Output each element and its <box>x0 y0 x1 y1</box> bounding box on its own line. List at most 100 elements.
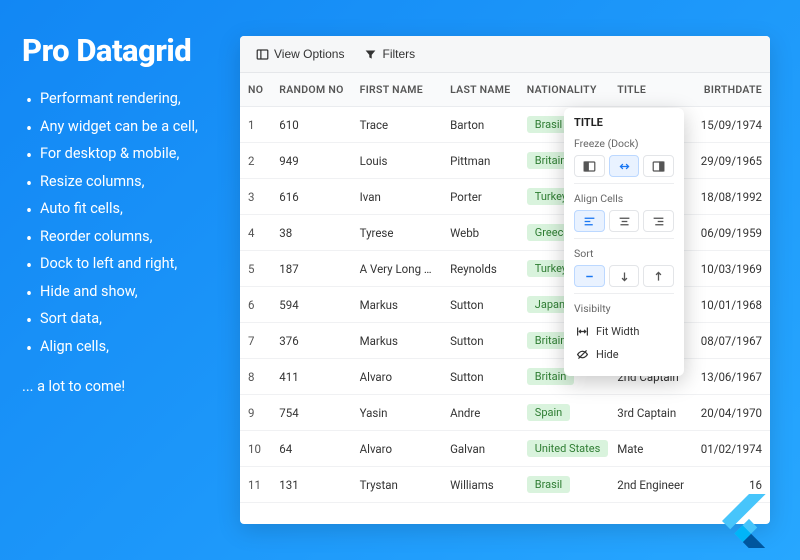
feature-item: Any widget can be a cell, <box>22 113 228 141</box>
cell-birthdate: 08/07/1967 <box>692 323 770 359</box>
col-header-random[interactable]: RANDOM NO <box>271 73 351 107</box>
cell-title: 2nd Engineer <box>609 467 692 503</box>
table-row[interactable]: 1610TraceBartonBrasilDoctor15/09/1974 <box>240 107 770 143</box>
sort-asc-button[interactable] <box>643 265 674 287</box>
cell-last: Pittman <box>442 143 519 179</box>
cell-last: Sutton <box>442 323 519 359</box>
filter-icon <box>364 48 377 61</box>
col-header-no[interactable]: NO <box>240 73 271 107</box>
col-header-first[interactable]: FIRST NAME <box>352 73 442 107</box>
cell-no: 1 <box>240 107 271 143</box>
freeze-section-label: Freeze (Dock) <box>574 137 674 150</box>
sort-section-label: Sort <box>574 247 674 260</box>
cell-last: Reynolds <box>442 251 519 287</box>
sort-none-button[interactable] <box>574 265 605 287</box>
column-menu-popover: TITLE Freeze (Dock) Align Cells <box>564 108 684 376</box>
col-header-nationality[interactable]: NATIONALITY <box>519 73 609 107</box>
flutter-logo-icon <box>722 494 766 538</box>
cell-last: Barton <box>442 107 519 143</box>
feature-item: Reorder columns, <box>22 223 228 251</box>
cell-random: 187 <box>271 251 351 287</box>
cell-first: Yasin <box>352 395 442 431</box>
table-row[interactable]: 6594MarkusSuttonJapanDoctor10/01/1968 <box>240 287 770 323</box>
cell-no: 3 <box>240 179 271 215</box>
cell-birthdate: 01/02/1974 <box>692 431 770 467</box>
cell-no: 6 <box>240 287 271 323</box>
cell-first: Markus <box>352 323 442 359</box>
cell-first: Alvaro <box>352 359 442 395</box>
cell-first: Markus <box>352 287 442 323</box>
marketing-sidebar: Pro Datagrid Performant rendering, Any w… <box>0 0 240 560</box>
cell-birthdate: 10/01/1968 <box>692 287 770 323</box>
filters-label: Filters <box>382 47 415 61</box>
cell-last: Sutton <box>442 359 519 395</box>
align-right-button[interactable] <box>643 210 674 232</box>
align-section-label: Align Cells <box>574 192 674 205</box>
datagrid-panel: View Options Filters NO RANDOM NO FIRST … <box>240 36 770 524</box>
more-to-come-text: ... a lot to come! <box>22 378 228 395</box>
cell-random: 754 <box>271 395 351 431</box>
table-row[interactable]: 3616IvanPorterTurkey3rd Engineer18/08/19… <box>240 179 770 215</box>
feature-item: Resize columns, <box>22 168 228 196</box>
visibility-section-label: Visibilty <box>574 302 674 315</box>
feature-item: Auto fit cells, <box>22 195 228 223</box>
cell-no: 9 <box>240 395 271 431</box>
toolbar: View Options Filters <box>240 36 770 73</box>
align-left-button[interactable] <box>574 210 605 232</box>
dock-right-button[interactable] <box>643 155 674 177</box>
cell-first: Alvaro <box>352 431 442 467</box>
table-row[interactable]: 7376MarkusSuttonBritainCaptain08/07/1967 <box>240 323 770 359</box>
view-options-button[interactable]: View Options <box>248 42 352 66</box>
cell-birthdate: 06/09/1959 <box>692 215 770 251</box>
cell-random: 131 <box>271 467 351 503</box>
col-header-birthdate[interactable]: BIRTHDATE <box>692 73 770 107</box>
cell-nationality: Brasil <box>519 467 609 503</box>
cell-first: Ivan <box>352 179 442 215</box>
cell-title: 3rd Captain <box>609 395 692 431</box>
cell-birthdate: 10/03/1969 <box>692 251 770 287</box>
cell-title: Mate <box>609 431 692 467</box>
nationality-tag: Spain <box>527 404 570 421</box>
cell-random: 376 <box>271 323 351 359</box>
table-row[interactable]: 438TyreseWebbGreeceCook06/09/1959 <box>240 215 770 251</box>
col-header-last[interactable]: LAST NAME <box>442 73 519 107</box>
fit-width-label: Fit Width <box>596 325 639 338</box>
nationality-tag: Brasil <box>527 476 570 493</box>
layout-icon <box>256 48 269 61</box>
product-title: Pro Datagrid <box>22 32 228 69</box>
table-row[interactable]: 2949LouisPittmanBritainCook29/09/1965 <box>240 143 770 179</box>
table-row[interactable]: 1064AlvaroGalvanUnited StatesMate01/02/1… <box>240 431 770 467</box>
cell-birthdate: 29/09/1965 <box>692 143 770 179</box>
cell-no: 11 <box>240 467 271 503</box>
cell-random: 64 <box>271 431 351 467</box>
cell-nationality: Spain <box>519 395 609 431</box>
feature-list: Performant rendering, Any widget can be … <box>22 85 228 360</box>
cell-last: Galvan <box>442 431 519 467</box>
table-row[interactable]: 5187A Very Long Name IReynoldsTurkey2nd … <box>240 251 770 287</box>
cell-first: A Very Long Name I <box>352 251 442 287</box>
cell-no: 4 <box>240 215 271 251</box>
dock-left-button[interactable] <box>574 155 605 177</box>
feature-item: Align cells, <box>22 333 228 361</box>
table-row[interactable]: 11131TrystanWilliamsBrasil2nd Engineer16 <box>240 467 770 503</box>
dock-none-button[interactable] <box>609 155 640 177</box>
feature-item: Sort data, <box>22 305 228 333</box>
cell-last: Webb <box>442 215 519 251</box>
fit-width-button[interactable]: Fit Width <box>574 320 674 343</box>
sort-desc-button[interactable] <box>609 265 640 287</box>
hide-column-button[interactable]: Hide <box>574 343 674 366</box>
feature-item: Performant rendering, <box>22 85 228 113</box>
cell-birthdate: 13/06/1967 <box>692 359 770 395</box>
table-row[interactable]: 9754YasinAndreSpain3rd Captain20/04/1970 <box>240 395 770 431</box>
column-menu-title: TITLE <box>574 116 674 129</box>
cell-no: 2 <box>240 143 271 179</box>
table-scroll-container[interactable]: NO RANDOM NO FIRST NAME LAST NAME NATION… <box>240 73 770 524</box>
cell-birthdate: 15/09/1974 <box>692 107 770 143</box>
table-row[interactable]: 8411AlvaroSuttonBritain2nd Captain13/06/… <box>240 359 770 395</box>
cell-last: Williams <box>442 467 519 503</box>
col-header-title[interactable]: TITLE <box>609 73 692 107</box>
feature-item: Hide and show, <box>22 278 228 306</box>
filters-button[interactable]: Filters <box>356 42 423 66</box>
feature-item: Dock to left and right, <box>22 250 228 278</box>
align-center-button[interactable] <box>609 210 640 232</box>
